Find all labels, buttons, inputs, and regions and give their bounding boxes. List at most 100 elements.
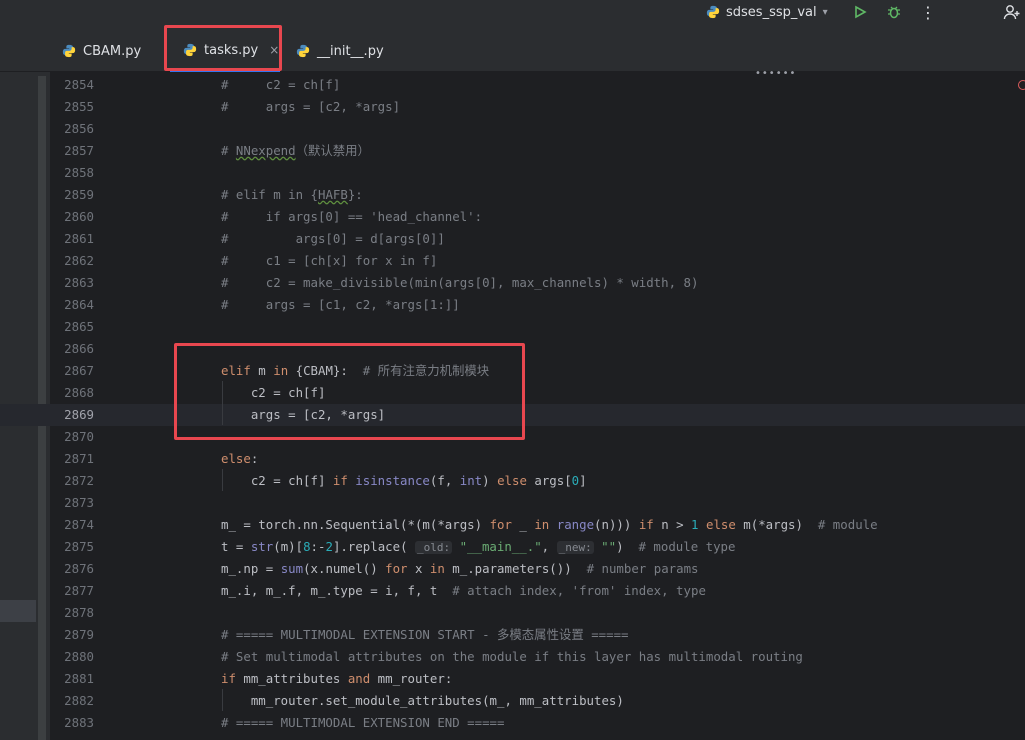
line-number[interactable]: 2877 [50,580,94,602]
line-number[interactable]: 2867 [50,360,94,382]
code-line[interactable]: 2875 t = str(m)[8:-2].replace( _old: "__m… [0,536,1025,558]
line-number[interactable]: 2858 [50,162,94,184]
code-line[interactable]: 2857 # NNexpend（默认禁用） [0,140,1025,162]
debug-icon[interactable] [884,2,904,22]
code-line[interactable]: 2859 # elif m in {HAFB}: [0,184,1025,206]
line-number[interactable]: 2869 [50,404,94,426]
code-text[interactable]: # c1 = [ch[x] for x in f] [221,250,437,272]
code-line[interactable]: 2868 c2 = ch[f] [0,382,1025,404]
line-number[interactable]: 2882 [50,690,94,712]
code-text[interactable]: elif m in {CBAM}: # 所有注意力机制模块 [221,360,489,382]
code-text[interactable]: c2 = ch[f] if isinstance(f, int) else ar… [221,470,587,492]
line-number[interactable]: 2860 [50,206,94,228]
tab-init[interactable]: __init__.py [296,30,384,72]
line-number[interactable]: 2870 [50,426,94,448]
code-line[interactable]: 2860 # if args[0] == 'head_channel': [0,206,1025,228]
tab-cbam[interactable]: CBAM.py [62,30,141,72]
line-number[interactable]: 2857 [50,140,94,162]
code-line[interactable]: 2876 m_.np = sum(x.numel() for x in m_.pa… [0,558,1025,580]
line-number[interactable]: 2871 [50,448,94,470]
line-number[interactable]: 2881 [50,668,94,690]
code-line[interactable]: 2877 m_.i, m_.f, m_.type = i, f, t # atta… [0,580,1025,602]
code-line[interactable]: 2874 m_ = torch.nn.Sequential(*(m(*args) … [0,514,1025,536]
line-number[interactable]: 2872 [50,470,94,492]
code-text[interactable]: # ===== MULTIMODAL EXTENSION START - 多模态… [221,624,629,646]
code-line[interactable]: 2865 [0,316,1025,338]
code-line[interactable]: 2869 args = [c2, *args] [0,404,1025,426]
line-number[interactable]: 2862 [50,250,94,272]
python-file-icon [62,44,76,58]
code-text[interactable]: # elif m in {HAFB}: [221,184,363,206]
code-text[interactable]: # Set multimodal attributes on the modul… [221,646,803,668]
line-number[interactable]: 2879 [50,624,94,646]
code-line[interactable]: 2872 c2 = ch[f] if isinstance(f, int) el… [0,470,1025,492]
line-number[interactable]: 2875 [50,536,94,558]
line-number[interactable]: 2863 [50,272,94,294]
code-line[interactable]: 2866 [0,338,1025,360]
line-number[interactable]: 2866 [50,338,94,360]
code-text[interactable]: # args[0] = d[args[0]] [221,228,445,250]
code-text[interactable]: else: [221,448,258,470]
code-text[interactable]: # if args[0] == 'head_channel': [221,206,482,228]
code-line[interactable]: 2862 # c1 = [ch[x] for x in f] [0,250,1025,272]
line-number[interactable]: 2854 [50,74,94,96]
code-line[interactable]: 2883 # ===== MULTIMODAL EXTENSION END ===… [0,712,1025,734]
line-number[interactable]: 2878 [50,602,94,624]
python-icon [706,5,720,19]
code-line[interactable]: 2873 [0,492,1025,514]
line-number[interactable]: 2873 [50,492,94,514]
run-config-selector[interactable]: sdses_ssp_val ▾ [706,2,828,22]
python-file-icon [183,43,197,57]
python-file-icon [296,44,310,58]
code-line[interactable]: 2870 [0,426,1025,448]
code-line[interactable]: 2871 else: [0,448,1025,470]
add-user-icon[interactable] [1002,2,1022,22]
line-number[interactable]: 2856 [50,118,94,140]
code-text[interactable]: # c2 = make_divisible(min(args[0], max_c… [221,272,698,294]
more-options-icon[interactable]: ⋮ [918,2,938,22]
line-number[interactable]: 2874 [50,514,94,536]
code-text[interactable]: c2 = ch[f] [221,382,326,404]
line-number[interactable]: 2859 [50,184,94,206]
indent-guide [222,689,223,711]
code-text[interactable]: args = [c2, *args] [221,404,385,426]
code-text[interactable]: mm_router.set_module_attributes(m_, mm_a… [221,690,624,712]
code-text[interactable]: if mm_attributes and mm_router: [221,668,452,690]
line-number[interactable]: 2864 [50,294,94,316]
code-line[interactable]: 2861 # args[0] = d[args[0]] [0,228,1025,250]
editor-tab-bar [0,30,1025,72]
line-number[interactable]: 2868 [50,382,94,404]
indent-guide [222,469,223,491]
line-number[interactable]: 2865 [50,316,94,338]
indent-guide [222,381,223,425]
tab-tasks[interactable]: tasks.py × [170,30,280,72]
code-line[interactable]: 2880 # Set multimodal attributes on the m… [0,646,1025,668]
code-text[interactable]: m_.np = sum(x.numel() for x in m_.parame… [221,558,699,580]
code-text[interactable]: m_.i, m_.f, m_.type = i, f, t # attach i… [221,580,706,602]
line-number[interactable]: 2883 [50,712,94,734]
code-line[interactable]: 2856 [0,118,1025,140]
code-text[interactable]: m_ = torch.nn.Sequential(*(m(*args) for … [221,514,878,536]
code-line[interactable]: 2881 if mm_attributes and mm_router: [0,668,1025,690]
code-line[interactable]: 2879 # ===== MULTIMODAL EXTENSION START -… [0,624,1025,646]
line-number[interactable]: 2876 [50,558,94,580]
code-line[interactable]: 2882 mm_router.set_module_attributes(m_,… [0,690,1025,712]
code-text[interactable]: # args = [c2, *args] [221,96,400,118]
code-line[interactable]: 2864 # args = [c1, c2, *args[1:]] [0,294,1025,316]
line-number[interactable]: 2880 [50,646,94,668]
line-number[interactable]: 2855 [50,96,94,118]
run-icon[interactable] [850,2,870,22]
line-number[interactable]: 2861 [50,228,94,250]
code-text[interactable]: # args = [c1, c2, *args[1:]] [221,294,460,316]
code-line[interactable]: 2854 # c2 = ch[f] [0,74,1025,96]
code-line[interactable]: 2878 [0,602,1025,624]
code-line[interactable]: 2867 elif m in {CBAM}: # 所有注意力机制模块 [0,360,1025,382]
code-line[interactable]: 2855 # args = [c2, *args] [0,96,1025,118]
close-tab-icon[interactable]: × [269,43,279,57]
code-line[interactable]: 2858 [0,162,1025,184]
code-line[interactable]: 2863 # c2 = make_divisible(min(args[0], m… [0,272,1025,294]
code-text[interactable]: t = str(m)[8:-2].replace( _old: "__main_… [221,536,735,559]
code-text[interactable]: # ===== MULTIMODAL EXTENSION END ===== [221,712,504,734]
code-text[interactable]: # NNexpend（默认禁用） [221,140,370,162]
code-text[interactable]: # c2 = ch[f] [221,74,340,96]
